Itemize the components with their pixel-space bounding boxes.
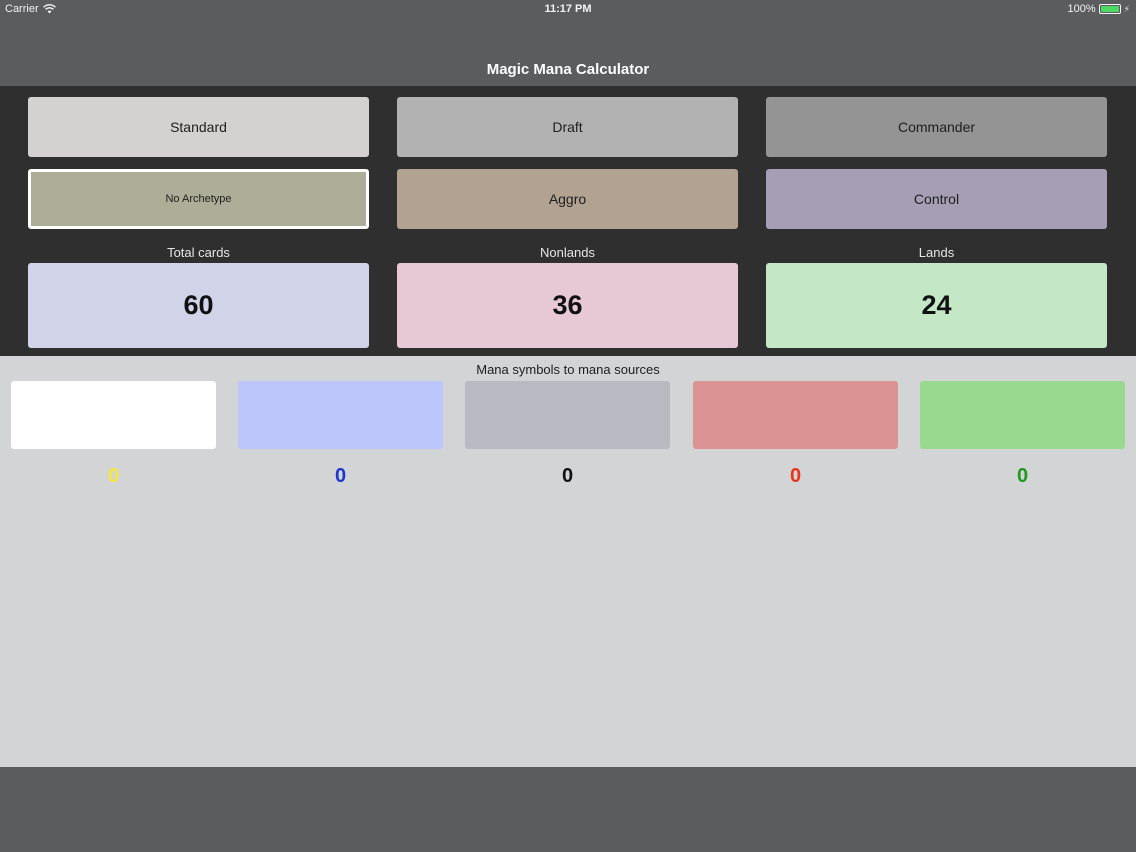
mana-green-button[interactable] xyxy=(920,381,1125,449)
carrier-label: Carrier xyxy=(5,3,39,15)
nonlands-value[interactable]: 36 xyxy=(397,263,738,348)
bottom-toolbar xyxy=(0,767,1136,852)
nonlands-label: Nonlands xyxy=(540,245,595,260)
navigation-bar: Magic Mana Calculator xyxy=(0,18,1136,86)
archetype-aggro-button[interactable]: Aggro xyxy=(397,169,738,229)
mana-black-count: 0 xyxy=(561,465,574,487)
lands-value[interactable]: 24 xyxy=(766,263,1107,348)
battery-icon xyxy=(1098,4,1121,14)
total-cards-label: Total cards xyxy=(167,245,230,260)
mana-white-count: 0 xyxy=(107,465,120,487)
charging-bolt-icon: ⚡ xyxy=(1123,3,1130,14)
mana-green-count: 0 xyxy=(1016,465,1029,487)
mana-white-button[interactable] xyxy=(11,381,216,449)
mana-blue-button[interactable] xyxy=(238,381,443,449)
lands-label: Lands xyxy=(918,245,955,260)
status-bar: Carrier 11:17 PM 100% ⚡ xyxy=(0,0,1136,18)
format-draft-button[interactable]: Draft xyxy=(397,97,738,157)
battery-group: 100% ⚡ xyxy=(1068,3,1130,15)
mana-section-title: Mana symbols to mana sources xyxy=(476,362,660,377)
status-time: 11:17 PM xyxy=(544,3,592,15)
archetype-none-button[interactable]: No Archetype xyxy=(28,169,369,229)
battery-percent: 100% xyxy=(1067,3,1096,15)
mana-black-button[interactable] xyxy=(465,381,670,449)
mana-red-count: 0 xyxy=(789,465,802,487)
total-cards-value[interactable]: 60 xyxy=(28,263,369,348)
mana-red-button[interactable] xyxy=(693,381,898,449)
mana-blue-count: 0 xyxy=(334,465,347,487)
carrier-group: Carrier xyxy=(5,3,56,15)
wifi-icon xyxy=(42,4,56,14)
format-standard-button[interactable]: Standard xyxy=(28,97,369,157)
archetype-control-button[interactable]: Control xyxy=(766,169,1107,229)
page-title: Magic Mana Calculator xyxy=(486,61,650,78)
format-commander-button[interactable]: Commander xyxy=(766,97,1107,157)
